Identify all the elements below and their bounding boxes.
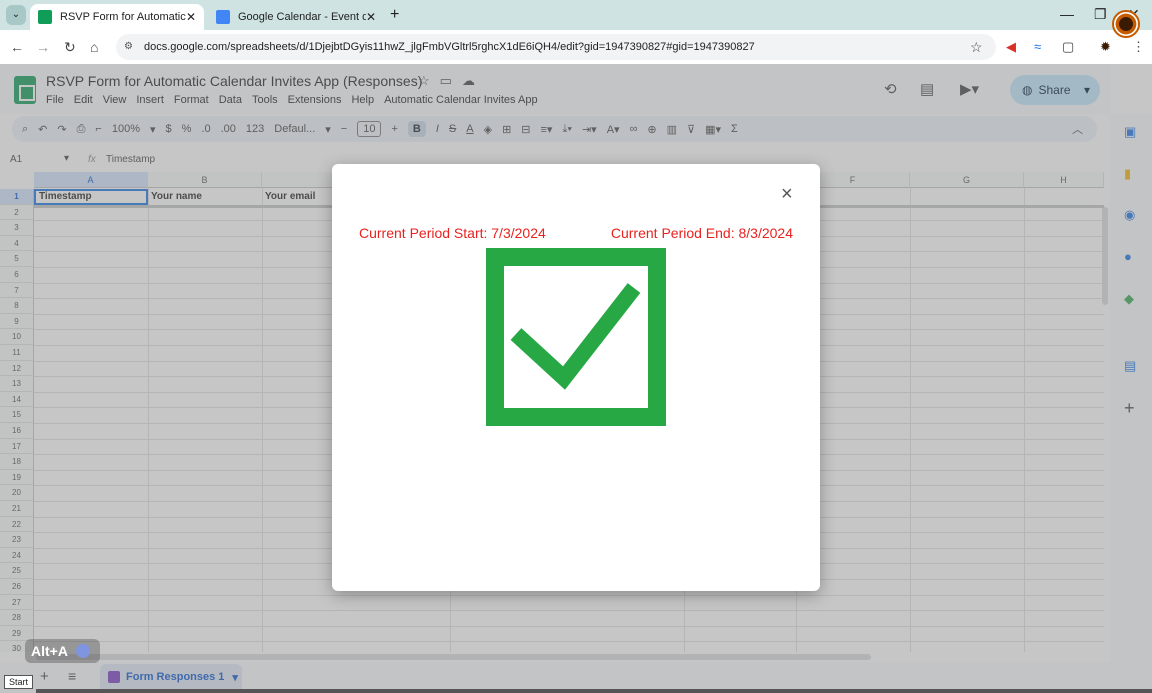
- minimize-icon[interactable]: —: [1060, 6, 1074, 22]
- reload-icon[interactable]: ↻: [64, 39, 76, 56]
- url-field[interactable]: docs.google.com/spreadsheets/d/1DjejbtDG…: [116, 34, 996, 60]
- bookmark-star-icon[interactable]: ☆: [970, 39, 983, 56]
- assistant-icon[interactable]: [75, 644, 90, 658]
- tab-search-icon[interactable]: ⌄: [6, 5, 26, 25]
- start-tooltip: Start: [4, 675, 34, 689]
- tab-google-calendar[interactable]: Google Calendar - Event details ✕: [208, 4, 384, 30]
- checkbox-svg: [486, 248, 666, 426]
- browser-menu-icon[interactable]: ⋮: [1132, 39, 1145, 55]
- restore-icon[interactable]: ❐: [1094, 6, 1107, 23]
- period-end-text: Current Period End: 8/3/2024: [610, 225, 793, 241]
- period-start-text: Current Period Start: 7/3/2024: [359, 225, 546, 241]
- close-icon[interactable]: ✕: [186, 10, 196, 24]
- account-avatar[interactable]: [1112, 10, 1140, 38]
- extensions-puzzle-icon[interactable]: ▢: [1062, 39, 1074, 55]
- home-icon[interactable]: ⌂: [90, 39, 98, 55]
- checkmark-icon: [486, 248, 666, 426]
- new-tab-icon[interactable]: +: [390, 6, 399, 24]
- extension-wave-icon[interactable]: ≈: [1034, 39, 1041, 54]
- site-info-icon[interactable]: ⚙: [124, 41, 133, 52]
- address-bar-row: ← → ↻ ⌂ docs.google.com/spreadsheets/d/1…: [0, 30, 1152, 64]
- profile-avatar-icon[interactable]: ✹: [1100, 39, 1111, 55]
- check-stroke: [510, 283, 641, 390]
- alt-a-hint: Alt+A: [25, 639, 100, 663]
- dialog-close-icon[interactable]: ×: [781, 183, 793, 206]
- close-icon[interactable]: ✕: [366, 10, 376, 24]
- tab-rsvp-form[interactable]: RSVP Form for Automatic Calen ✕: [30, 4, 204, 30]
- calendar-favicon-icon: [216, 10, 230, 24]
- browser-tab-bar: ⌄ RSVP Form for Automatic Calen ✕ Google…: [0, 0, 1152, 30]
- extension-megaphone-icon[interactable]: ◀: [1006, 39, 1016, 55]
- sheets-favicon-icon: [38, 10, 52, 24]
- period-dialog: × Current Period Start: 7/3/2024 Current…: [332, 164, 820, 591]
- forward-icon[interactable]: →: [36, 39, 50, 55]
- back-icon[interactable]: ←: [10, 39, 24, 55]
